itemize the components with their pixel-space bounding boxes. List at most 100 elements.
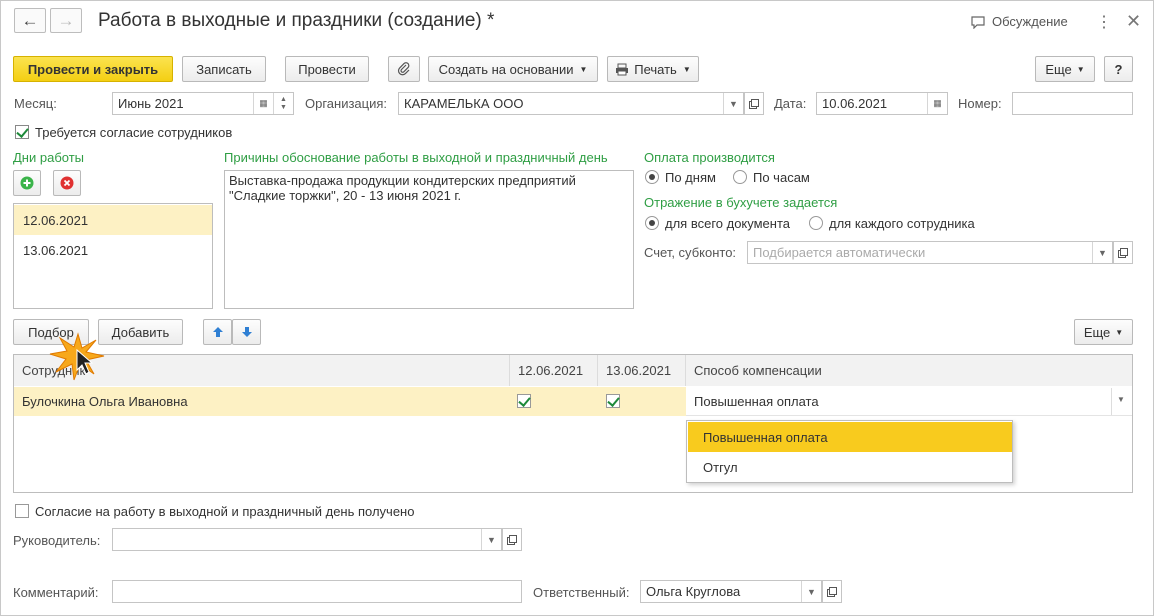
responsible-field[interactable]: Ольга Круглова ▼ [640, 580, 822, 603]
chevron-down-icon: ▼ [1115, 327, 1124, 337]
printer-icon [616, 63, 629, 75]
day-2-checkbox[interactable] [606, 394, 620, 408]
accounting-title: Отражение в бухучете задается [644, 195, 838, 210]
day-1-checkbox[interactable] [517, 394, 531, 408]
post-and-close-button[interactable]: Провести и закрыть [13, 56, 173, 82]
account-label: Счет, субконто: [644, 245, 737, 260]
add-day-button[interactable] [13, 170, 41, 196]
arrow-right-icon: → [57, 10, 75, 30]
dropdown-arrow-icon[interactable]: ▼ [801, 581, 821, 602]
cursor-highlight-icon [49, 332, 105, 381]
month-field[interactable]: Июнь 2021 ▦ ▲ ▼ [112, 92, 294, 115]
dropdown-option-raised-pay[interactable]: Повышенная оплата [688, 422, 1012, 452]
back-button[interactable]: ← [14, 8, 46, 33]
workday-label: 13.06.2021 [23, 242, 89, 258]
cell-divider [1111, 388, 1112, 415]
arrow-up-icon [212, 327, 223, 337]
table-more-button[interactable]: Еще ▼ [1074, 319, 1133, 345]
open-icon [749, 98, 759, 109]
by-hours-label: По часам [753, 170, 810, 185]
save-button[interactable]: Записать [182, 56, 266, 82]
account-field[interactable]: Подбирается автоматически ▼ [747, 241, 1113, 264]
forward-button[interactable]: → [50, 8, 82, 33]
comment-field[interactable] [112, 580, 522, 603]
responsible-value: Ольга Круглова [646, 584, 741, 599]
move-up-button[interactable] [203, 319, 232, 345]
number-field[interactable] [1012, 92, 1133, 115]
number-label: Номер: [958, 96, 1002, 111]
whole-document-radio[interactable] [645, 216, 659, 230]
open-account-button[interactable] [1113, 241, 1133, 264]
by-days-label: По дням [665, 170, 716, 185]
chat-icon [971, 15, 985, 29]
dropdown-option-day-off[interactable]: Отгул [688, 452, 1012, 482]
open-organization-button[interactable] [744, 92, 764, 115]
open-responsible-button[interactable] [822, 580, 842, 603]
chevron-down-icon: ▼ [1076, 64, 1085, 74]
arrow-left-icon: ← [21, 10, 39, 30]
month-value: Июнь 2021 [118, 96, 184, 111]
spinner-icon[interactable]: ▲ ▼ [273, 93, 293, 114]
manager-label: Руководитель: [13, 533, 101, 548]
consent-received-checkbox[interactable] [15, 504, 29, 518]
workdays-title: Дни работы [13, 150, 85, 165]
workday-label: 12.06.2021 [23, 212, 89, 228]
consent-required-checkbox[interactable] [15, 125, 29, 139]
employee-cell: Булочкина Ольга Ивановна [22, 394, 188, 409]
each-employee-radio[interactable] [809, 216, 823, 230]
open-icon [827, 586, 837, 597]
chevron-down-icon: ▼ [682, 64, 691, 74]
discuss-link[interactable]: Обсуждение [970, 14, 1068, 29]
column-header-date-1[interactable]: 12.06.2021 [510, 355, 598, 386]
delete-day-button[interactable] [53, 170, 81, 196]
consent-received-label: Согласие на работу в выходной и празднич… [35, 504, 415, 519]
plus-circle-icon [20, 176, 34, 190]
reasons-line-1: Выставка-продажа продукции кондитерских … [229, 173, 576, 188]
table-more-label: Еще [1083, 324, 1111, 340]
organization-field[interactable]: КАРАМЕЛЬКА ООО ▼ [398, 92, 744, 115]
open-manager-button[interactable] [502, 528, 522, 551]
open-icon [507, 534, 517, 545]
more-button[interactable]: Еще ▼ [1035, 56, 1095, 82]
responsible-label: Ответственный: [533, 585, 630, 600]
dropdown-arrow-icon[interactable]: ▼ [723, 93, 743, 114]
comment-label: Комментарий: [13, 585, 99, 600]
reasons-title: Причины обоснование работы в выходной и … [224, 150, 608, 165]
close-icon[interactable]: ✕ [1126, 11, 1141, 32]
date-field[interactable]: 10.06.2021 ▦ [816, 92, 948, 115]
attach-button[interactable] [388, 56, 420, 82]
create-based-on-label: Создать на основании [438, 61, 574, 77]
chevron-down-icon: ▼ [579, 64, 588, 74]
date-value: 10.06.2021 [822, 96, 888, 111]
each-employee-label: для каждого сотрудника [829, 216, 975, 231]
create-based-on-button[interactable]: Создать на основании ▼ [428, 56, 598, 82]
dropdown-arrow-icon[interactable]: ▼ [1092, 242, 1112, 263]
column-header-compensation[interactable]: Способ компенсации [686, 355, 1132, 386]
dropdown-arrow-icon[interactable]: ▼ [481, 529, 501, 550]
consent-required-label: Требуется согласие сотрудников [35, 125, 233, 140]
list-item[interactable]: 13.06.2021 [14, 235, 212, 265]
whole-document-label: для всего документа [665, 216, 790, 231]
dropdown-arrow-icon[interactable]: ▼ [1117, 395, 1125, 404]
print-label: Печать [634, 61, 677, 77]
page-title: Работа в выходные и праздники (создание)… [98, 10, 495, 31]
list-item[interactable]: 12.06.2021 [14, 205, 212, 235]
organization-value: КАРАМЕЛЬКА ООО [404, 96, 524, 111]
calendar-icon[interactable]: ▦ [927, 93, 947, 114]
move-down-button[interactable] [232, 319, 261, 345]
calendar-icon[interactable]: ▦ [253, 93, 273, 114]
more-label: Еще [1045, 61, 1072, 77]
column-header-date-2[interactable]: 13.06.2021 [598, 355, 686, 386]
arrow-down-icon [241, 327, 252, 337]
help-button[interactable]: ? [1104, 56, 1133, 82]
paperclip-icon [397, 62, 410, 76]
by-days-radio[interactable] [645, 170, 659, 184]
add-button[interactable]: Добавить [98, 319, 183, 345]
more-vertical-icon[interactable]: ⋮ [1096, 12, 1112, 32]
reasons-line-2: "Сладкие торжки", 20 - 13 июня 2021 г. [229, 188, 462, 203]
manager-field[interactable]: ▼ [112, 528, 502, 551]
by-hours-radio[interactable] [733, 170, 747, 184]
date-label: Дата: [774, 96, 807, 111]
print-button[interactable]: Печать ▼ [607, 56, 699, 82]
post-button[interactable]: Провести [285, 56, 369, 82]
